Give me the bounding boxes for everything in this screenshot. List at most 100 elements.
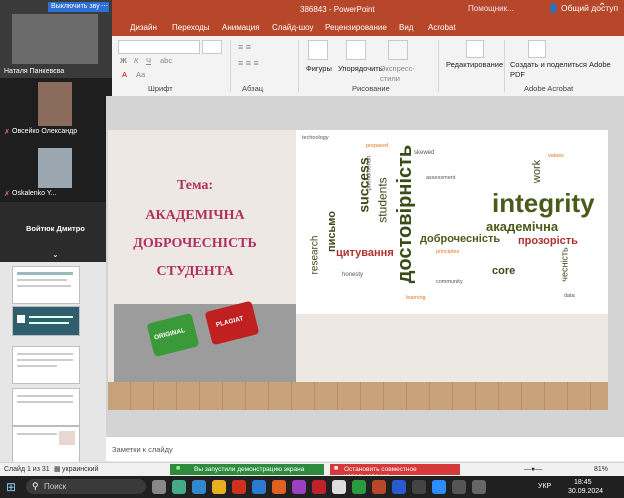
tab-transitions[interactable]: Переходы [172,23,210,32]
taskbar-app-icon[interactable] [192,480,206,494]
word-cloud-word: прозорість [518,235,578,247]
screen-share-label: Вы запустили демонстрацию экрана [194,466,305,473]
tell-me-search[interactable]: Помощник... [468,4,514,13]
taskbar-app-icon[interactable] [412,480,426,494]
current-slide[interactable]: Тема: АКАДЕМІЧНА ДОБРОЧЕСНІСТЬ СТУДЕНТА … [108,130,608,410]
slide-topic-label: Тема: [176,178,214,193]
tab-view[interactable]: Вид [399,23,413,32]
language-indicator[interactable]: украинский [62,466,99,473]
slide-thumbnail[interactable] [12,306,80,336]
underline-icon[interactable]: Ч [146,56,151,65]
font-size-combobox[interactable] [202,40,222,54]
tab-slideshow[interactable]: Слайд-шоу [272,23,313,32]
stop-icon: ■ [334,465,339,472]
keyboard-image: ORIGINAL PLAGIAT [114,300,296,382]
stop-sharing-button[interactable]: ■ Остановить совместное использование [330,464,460,480]
strikethrough-icon[interactable]: abc [160,56,172,65]
taskbar-app-icon[interactable] [472,480,486,494]
align-icon[interactable]: ≡ ≡ ≡ [238,58,259,68]
group-paragraph-label: Абзац [242,84,264,93]
chevron-down-icon[interactable]: ⌄ [52,250,59,259]
powerpoint-icon[interactable] [372,480,386,494]
zoom-icon[interactable] [432,480,446,494]
zoom-slider[interactable]: —●— [524,466,542,473]
font-name-combobox[interactable] [118,40,200,54]
clock-time[interactable]: 18:45 [574,479,592,486]
notes-pane[interactable]: Заметки к слайду [106,436,624,461]
mic-muted-icon: ✗ [4,129,10,136]
case-icon[interactable]: Aa [136,70,145,79]
presenter-name: Войтюк Дмитро [26,224,85,233]
bullets-icon[interactable]: ≡ ≡ [238,42,251,52]
participant-name: Oskalenko Y... [12,190,57,197]
tab-animations[interactable]: Анимация [222,23,260,32]
arrange-button[interactable]: Упорядочить [338,64,383,73]
spellcheck-icon[interactable]: ▦ [54,465,61,473]
italic-icon[interactable]: К [134,56,138,65]
arrange-icon[interactable] [346,40,366,60]
firefox-icon[interactable] [272,480,286,494]
word-cloud-word: work [531,159,544,184]
editing-button[interactable]: Редактирование [446,60,503,69]
slide-title-line3: СТУДЕНТА [156,264,234,279]
task-view-icon[interactable] [152,480,166,494]
slide-thumbnail[interactable] [12,426,80,464]
participant-video [12,14,98,64]
slide-thumbnail[interactable] [12,346,80,384]
original-key: ORIGINAL [146,312,200,358]
find-icon[interactable] [466,40,484,58]
taskbar-app-icon[interactable] [292,480,306,494]
ribbon: Ж К Ч abc A Aa Шрифт ≡ ≡ ≡ ≡ ≡ Абзац Фиг… [112,36,624,97]
status-bar: Слайд 1 из 31 ▦ украинский ■ Вы запустил… [0,462,624,480]
taskbar-app-icon[interactable] [352,480,366,494]
word-cloud-word: integrity [492,188,595,218]
zoom-level[interactable]: 81% [594,466,608,473]
clock-date[interactable]: 30.09.2024 [568,488,603,495]
tab-review[interactable]: Рецензирование [325,23,387,32]
search-icon: ⚲ [32,481,39,491]
slide-thumbnail[interactable] [12,388,80,426]
mute-button[interactable]: Выключить звук [48,2,106,12]
windows-start-icon[interactable]: ⊞ [6,480,16,494]
taskbar-app-icon[interactable] [452,480,466,494]
slide-thumbnail[interactable] [12,266,80,304]
share-button[interactable]: 👤 Общий доступ [548,3,618,14]
word-cloud-word: technology [302,135,329,141]
word-cloud-word: skewed [414,150,435,156]
input-language[interactable]: УКР [538,483,551,490]
screen-share-icon: ■ [176,465,181,472]
pdf-icon[interactable] [528,40,546,58]
word-cloud-word: principles [436,249,460,255]
video-conference-panel: Выключить звук ⋯ Наталя Панкевєва ✗ Овсе… [0,0,112,262]
taskbar-search[interactable]: ⚲ Поиск [26,479,146,494]
slide-counter: Слайд 1 из 31 [4,466,50,473]
file-explorer-icon[interactable] [212,480,226,494]
chrome-icon[interactable] [332,480,346,494]
tab-design[interactable]: Дизайн [130,23,157,32]
create-share-pdf-button[interactable]: Создать и поделиться Adobe PDF [510,60,620,80]
taskbar-app-icon[interactable] [172,480,186,494]
share-label: Общий доступ [560,3,619,13]
video-tile[interactable]: Выключить звук ⋯ Наталя Панкевєва [0,0,112,78]
ribbon-collapse-icon[interactable]: ⌃ [598,2,606,13]
participant-name: Наталя Панкевєва [4,68,65,75]
font-color-icon[interactable]: A [122,70,127,79]
shapes-icon[interactable] [308,40,328,60]
taskbar-app-icon[interactable] [252,480,266,494]
word-cloud-word: phenomenon [366,155,373,191]
tab-acrobat[interactable]: Acrobat [428,23,456,32]
video-tile[interactable]: ✗ Oskalenko Y... [0,140,112,202]
express-styles-button[interactable]: Экспресс-стили [380,64,418,84]
bold-icon[interactable]: Ж [120,56,127,65]
word-cloud-word: prepared [366,143,389,149]
slide-title-line2: ДОБРОЧЕСНІСТЬ [133,236,257,251]
screen-share-banner: ■ Вы запустили демонстрацию экрана [170,464,324,475]
word-icon[interactable] [392,480,406,494]
video-tile[interactable]: Войтюк Дмитро ⌄ [0,202,112,262]
shapes-button[interactable]: Фигуры [306,64,332,73]
express-styles-icon[interactable] [388,40,408,60]
more-options-icon[interactable]: ⋯ [100,2,109,12]
video-tile[interactable]: ✗ Овсейко Олександр [0,78,112,140]
opera-icon[interactable] [312,480,326,494]
taskbar-app-icon[interactable] [232,480,246,494]
